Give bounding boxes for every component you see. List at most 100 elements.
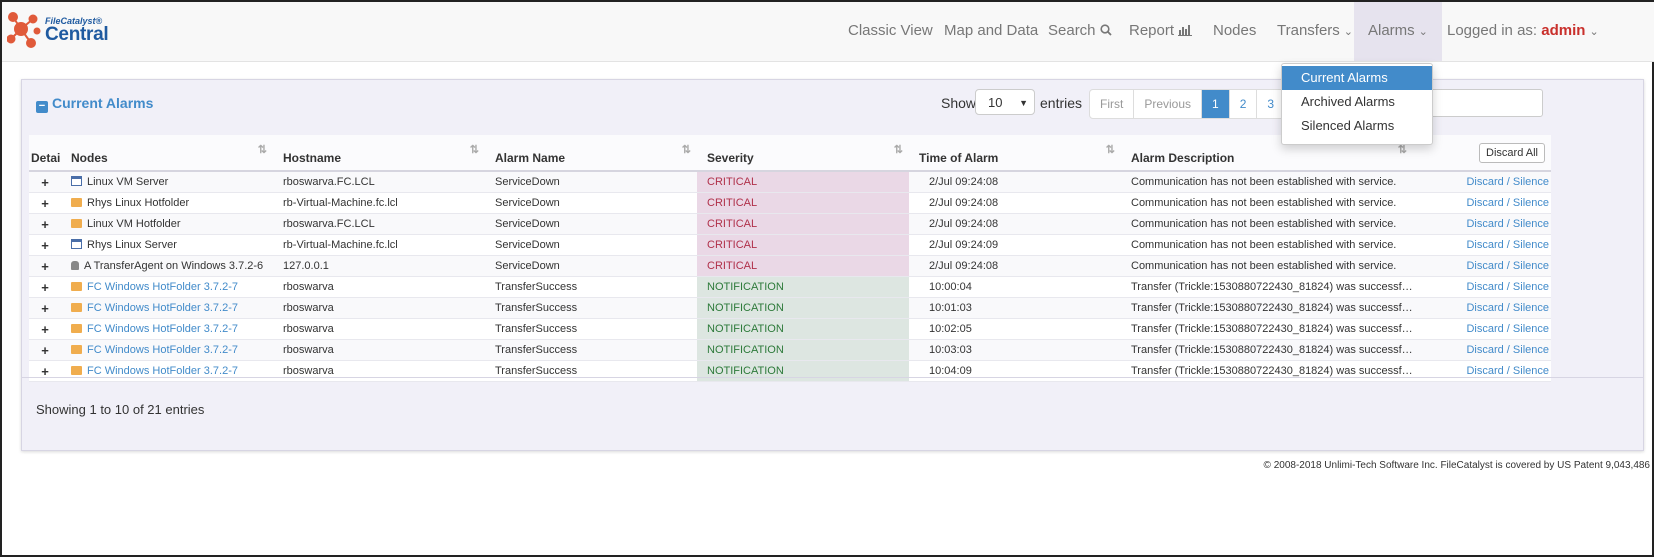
discard-silence-links[interactable]: Discard / Silence <box>1413 234 1551 256</box>
panel-title[interactable]: − Current Alarms <box>36 95 153 113</box>
col-hostname-label: Hostname <box>283 151 342 165</box>
expand-row-icon[interactable]: + <box>29 297 61 319</box>
discard-silence-links[interactable]: Discard / Silence <box>1413 171 1551 193</box>
nav-alarms[interactable]: Alarms ⌄ <box>1354 2 1442 61</box>
entries-label: entries <box>1040 95 1083 111</box>
col-nodes-label: Nodes <box>71 151 108 165</box>
node-name[interactable]: FC Windows HotFolder 3.7.2-7 <box>87 344 238 356</box>
nav-map-and-data[interactable]: Map and Data <box>944 2 1038 61</box>
col-alarm-name[interactable]: Alarm Name ⇅ <box>485 135 697 172</box>
node-name[interactable]: FC Windows HotFolder 3.7.2-7 <box>87 281 238 293</box>
node-cell[interactable]: FC Windows HotFolder 3.7.2-7 <box>61 318 273 340</box>
agent-icon <box>71 261 79 270</box>
table-row: + Linux VM Hotfolder rboswarva.FC.LCL Servi… <box>29 213 1551 235</box>
folder-icon <box>71 345 82 354</box>
alarms-table-body: + Linux VM Server rboswarva.FC.LCL ServiceD… <box>29 171 1551 382</box>
col-severity[interactable]: Severity ⇅ <box>697 135 909 172</box>
hostname-cell: 127.0.0.1 <box>273 255 485 277</box>
folder-icon <box>71 324 82 333</box>
expand-row-icon[interactable]: + <box>29 171 61 193</box>
filecatalyst-molecule-icon <box>7 12 41 48</box>
expand-row-icon[interactable]: + <box>29 318 61 340</box>
node-cell: Rhys Linux Server <box>61 234 273 256</box>
description-cell: Communication has not been established w… <box>1121 192 1413 214</box>
chevron-down-icon: ⌄ <box>1589 26 1599 38</box>
node-name[interactable]: FC Windows HotFolder 3.7.2-7 <box>87 323 238 335</box>
node-name: Linux VM Hotfolder <box>87 218 181 230</box>
entries-per-page-select[interactable]: 10 ▼ <box>975 89 1035 115</box>
alarms-table: Details Nodes ⇅ Hostname ⇅ Alarm Name ⇅ Sev… <box>29 135 1551 382</box>
expand-row-icon[interactable]: + <box>29 213 61 235</box>
collapse-icon[interactable]: − <box>36 101 48 113</box>
col-hostname[interactable]: Hostname ⇅ <box>273 135 485 172</box>
time-cell: 2/Jul 09:24:08 <box>909 192 1121 214</box>
filecatalyst-logo[interactable]: FileCatalyst® Central <box>7 7 117 55</box>
menu-current-alarms[interactable]: Current Alarms <box>1282 66 1432 90</box>
node-cell[interactable]: FC Windows HotFolder 3.7.2-7 <box>61 297 273 319</box>
expand-row-icon[interactable]: + <box>29 255 61 277</box>
discard-silence-links[interactable]: Discard / Silence <box>1413 297 1551 319</box>
time-cell: 10:01:03 <box>909 297 1121 319</box>
node-name[interactable]: FC Windows HotFolder 3.7.2-7 <box>87 365 238 377</box>
col-time-of-alarm[interactable]: Time of Alarm ⇅ <box>909 135 1121 172</box>
nav-search-label: Search <box>1048 22 1096 39</box>
discard-silence-links[interactable]: Discard / Silence <box>1413 255 1551 277</box>
nav-search[interactable]: Search <box>1048 2 1112 61</box>
page-1[interactable]: 1 <box>1201 90 1229 118</box>
alarm-name-cell: TransferSuccess <box>485 297 697 319</box>
node-cell[interactable]: FC Windows HotFolder 3.7.2-7 <box>61 339 273 361</box>
hostname-cell: rb-Virtual-Machine.fc.lcl <box>273 192 485 214</box>
severity-cell: CRITICAL <box>697 192 909 214</box>
page-previous[interactable]: Previous <box>1133 90 1201 118</box>
description-cell: Communication has not been established w… <box>1121 171 1413 193</box>
menu-silenced-alarms[interactable]: Silenced Alarms <box>1282 114 1432 138</box>
nav-nodes[interactable]: Nodes <box>1213 2 1256 61</box>
nav-user-menu[interactable]: Logged in as: admin ⌄ <box>1447 2 1599 61</box>
discard-all-button[interactable]: Discard All <box>1479 143 1545 163</box>
page-3[interactable]: 3 <box>1256 90 1284 118</box>
search-icon <box>1100 24 1112 36</box>
node-cell[interactable]: FC Windows HotFolder 3.7.2-7 <box>61 276 273 298</box>
alarm-name-cell: ServiceDown <box>485 171 697 193</box>
node-name: A TransferAgent on Windows 3.7.2-6 <box>84 260 264 272</box>
discard-silence-links[interactable]: Discard / Silence <box>1413 213 1551 235</box>
logged-in-label: Logged in as: <box>1447 22 1538 39</box>
nav-report[interactable]: Report <box>1129 2 1193 61</box>
time-cell: 10:00:04 <box>909 276 1121 298</box>
brand-name: Central <box>45 24 109 45</box>
hostname-cell: rboswarva.FC.LCL <box>273 171 485 193</box>
expand-row-icon[interactable]: + <box>29 234 61 256</box>
discard-silence-links[interactable]: Discard / Silence <box>1413 276 1551 298</box>
discard-silence-links[interactable]: Discard / Silence <box>1413 339 1551 361</box>
severity-cell: NOTIFICATION <box>697 276 909 298</box>
col-alarm-name-label: Alarm Name <box>495 151 566 165</box>
page-first[interactable]: First <box>1090 90 1133 118</box>
node-name[interactable]: FC Windows HotFolder 3.7.2-7 <box>87 302 238 314</box>
chevron-down-icon: ⌄ <box>1418 26 1428 38</box>
nav-transfers[interactable]: Transfers ⌄ <box>1277 2 1353 61</box>
col-nodes[interactable]: Nodes ⇅ <box>61 135 273 172</box>
hostname-cell: rboswarva <box>273 339 485 361</box>
sort-icon: ⇅ <box>681 144 691 156</box>
alarm-name-cell: ServiceDown <box>485 234 697 256</box>
expand-row-icon[interactable]: + <box>29 192 61 214</box>
expand-row-icon[interactable]: + <box>29 339 61 361</box>
discard-silence-links[interactable]: Discard / Silence <box>1413 318 1551 340</box>
time-cell: 2/Jul 09:24:08 <box>909 171 1121 193</box>
node-name: Rhys Linux Server <box>87 239 177 251</box>
discard-silence-links[interactable]: Discard / Silence <box>1413 192 1551 214</box>
page-2[interactable]: 2 <box>1228 90 1257 118</box>
severity-cell: CRITICAL <box>697 171 909 193</box>
severity-cell: CRITICAL <box>697 213 909 235</box>
col-details[interactable]: Details <box>29 135 70 172</box>
nav-transfers-label: Transfers <box>1277 22 1340 39</box>
col-time-label: Time of Alarm <box>919 151 999 165</box>
nav-classic-view[interactable]: Classic View <box>848 2 933 61</box>
chevron-down-icon: ⌄ <box>1343 26 1354 38</box>
severity-cell: NOTIFICATION <box>697 339 909 361</box>
alarm-name-cell: ServiceDown <box>485 192 697 214</box>
expand-row-icon[interactable]: + <box>29 276 61 298</box>
menu-archived-alarms[interactable]: Archived Alarms <box>1282 90 1432 114</box>
show-label: Show <box>941 95 977 111</box>
node-cell: Rhys Linux Hotfolder <box>61 192 273 214</box>
